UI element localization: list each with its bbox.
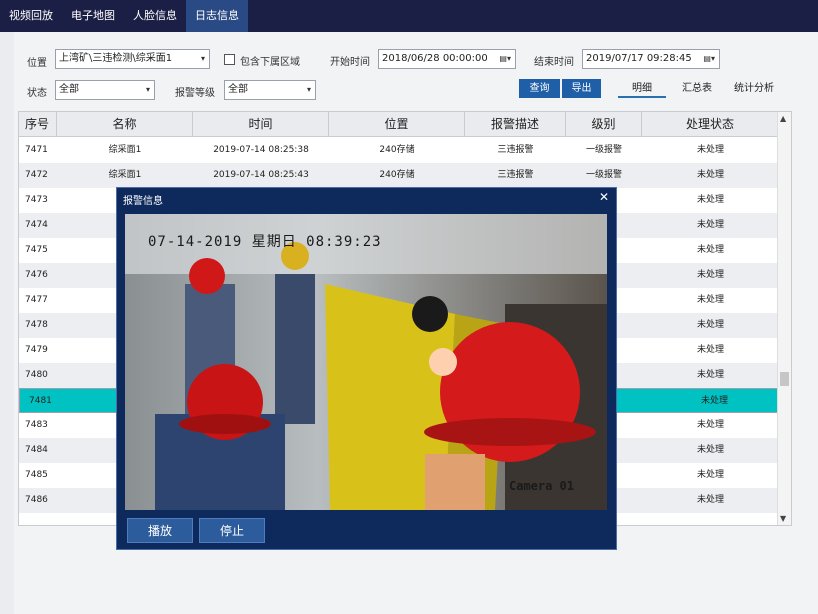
cell-id: 7483 <box>25 420 48 430</box>
cell-status: 未处理 <box>700 396 728 406</box>
cell-status: 未处理 <box>696 320 724 330</box>
header-id[interactable]: 序号 <box>19 112 57 136</box>
table-row[interactable]: 7472 综采面1 2019-07-14 08:25:43 240存储 三违报警 一级报警… <box>19 163 779 188</box>
top-nav: 视频回放 电子地图 人脸信息 日志信息 <box>0 0 818 32</box>
include-sub-label: 包含下属区域 <box>240 57 300 68</box>
play-button[interactable]: 播放 <box>127 518 193 543</box>
header-time[interactable]: 时间 <box>193 112 329 136</box>
cell-status: 未处理 <box>696 170 724 180</box>
cell-id: 7478 <box>25 320 48 330</box>
vertical-scrollbar[interactable]: ▲ ▼ <box>777 112 791 525</box>
cell-desc: 三违报警 <box>497 145 534 155</box>
cell-loc: 240存储 <box>379 170 415 180</box>
cell-status: 未处理 <box>696 370 724 380</box>
header-level[interactable]: 级别 <box>566 112 642 136</box>
cell-status: 未处理 <box>696 220 724 230</box>
cell-id: 7480 <box>25 370 48 380</box>
cell-status: 未处理 <box>696 495 724 505</box>
left-strip <box>0 32 14 614</box>
cell-id: 7475 <box>25 245 48 255</box>
export-button[interactable]: 导出 <box>562 79 601 98</box>
table-row[interactable]: 7471 综采面1 2019-07-14 08:25:38 240存储 三违报警 一级报警… <box>19 138 779 163</box>
cell-time: 2019-07-14 08:25:38 <box>213 145 309 155</box>
start-time-label: 开始时间 <box>330 57 370 68</box>
query-button[interactable]: 查询 <box>519 79 560 98</box>
tab-face-info[interactable]: 人脸信息 <box>124 0 186 32</box>
location-label: 位置 <box>27 58 47 69</box>
scroll-up-icon[interactable]: ▲ <box>780 114 786 123</box>
cell-id: 7472 <box>25 170 48 180</box>
header-description[interactable]: 报警描述 <box>465 112 566 136</box>
cell-status: 未处理 <box>696 345 724 355</box>
tab-summary[interactable]: 汇总表 <box>677 79 717 98</box>
alarm-level-select[interactable]: 全部 ▾ <box>224 80 316 100</box>
status-label: 状态 <box>27 88 47 99</box>
cell-time: 2019-07-14 08:25:43 <box>213 170 309 180</box>
tab-e-map[interactable]: 电子地图 <box>62 0 124 32</box>
start-time-picker[interactable]: 2018/06/28 00:00:00 ▤▾ <box>378 49 516 69</box>
stop-button[interactable]: 停止 <box>199 518 265 543</box>
calendar-dropdown-icon[interactable]: ▤▾ <box>499 50 511 68</box>
cell-id: 7477 <box>25 295 48 305</box>
status-value: 全部 <box>59 84 79 95</box>
header-status[interactable]: 处理状态 <box>642 112 779 136</box>
alarm-info-dialog: 报警信息 ✕ 07-14-2019 星期日 08:39:23 Camera 01… <box>116 187 617 550</box>
cell-level: 一级报警 <box>585 170 622 180</box>
alarm-level-label: 报警等级 <box>175 88 215 99</box>
status-select[interactable]: 全部 ▾ <box>55 80 155 100</box>
dialog-title: 报警信息 <box>123 196 163 207</box>
header-location[interactable]: 位置 <box>329 112 465 136</box>
cell-status: 未处理 <box>696 270 724 280</box>
cell-id: 7479 <box>25 345 48 355</box>
cell-id: 7471 <box>25 145 48 155</box>
filter-panel: 位置 上湾矿\三违检测\综采面1 ▾ 包含下属区域 开始时间 2018/06/2… <box>14 40 804 110</box>
cell-status: 未处理 <box>696 470 724 480</box>
video-timestamp: 07-14-2019 星期日 08:39:23 <box>148 234 382 250</box>
tab-detail[interactable]: 明细 <box>618 79 666 98</box>
cell-id: 7481 <box>29 396 52 406</box>
cell-id: 7473 <box>25 195 48 205</box>
cell-id: 7486 <box>25 495 48 505</box>
cell-loc: 240存储 <box>379 145 415 155</box>
video-frame: 07-14-2019 星期日 08:39:23 Camera 01 <box>125 214 607 510</box>
table-header: 序号 名称 时间 位置 报警描述 级别 处理状态 <box>19 112 779 137</box>
scroll-down-icon[interactable]: ▼ <box>780 514 786 523</box>
cell-id: 7484 <box>25 445 48 455</box>
tab-log-info[interactable]: 日志信息 <box>186 0 248 32</box>
location-value: 上湾矿\三违检测\综采面1 <box>59 53 173 64</box>
chevron-down-icon: ▾ <box>306 85 311 94</box>
cell-status: 未处理 <box>696 195 724 205</box>
tab-statistics[interactable]: 统计分析 <box>730 79 778 98</box>
calendar-dropdown-icon[interactable]: ▤▾ <box>703 50 715 68</box>
cell-id: 7474 <box>25 220 48 230</box>
video-camera-label: Camera 01 <box>508 479 574 493</box>
start-time-value: 2018/06/28 00:00:00 <box>382 53 488 64</box>
cell-name: 综采面1 <box>108 145 142 155</box>
header-name[interactable]: 名称 <box>57 112 193 136</box>
end-time-value: 2019/07/17 09:28:45 <box>586 53 692 64</box>
close-icon[interactable]: ✕ <box>599 190 609 204</box>
tab-video-playback[interactable]: 视频回放 <box>0 0 62 32</box>
cell-status: 未处理 <box>696 245 724 255</box>
scroll-thumb[interactable] <box>780 372 789 386</box>
cell-status: 未处理 <box>696 145 724 155</box>
include-sub-checkbox[interactable] <box>224 54 235 65</box>
cell-level: 一级报警 <box>585 145 622 155</box>
location-select[interactable]: 上湾矿\三违检测\综采面1 ▾ <box>55 49 210 69</box>
alarm-level-value: 全部 <box>228 84 248 95</box>
cell-status: 未处理 <box>696 445 724 455</box>
chevron-down-icon: ▾ <box>200 54 205 63</box>
end-time-picker[interactable]: 2019/07/17 09:28:45 ▤▾ <box>582 49 720 69</box>
cell-name: 综采面1 <box>108 170 142 180</box>
cell-status: 未处理 <box>696 295 724 305</box>
cell-desc: 三违报警 <box>497 170 534 180</box>
cell-id: 7485 <box>25 470 48 480</box>
cell-id: 7476 <box>25 270 48 280</box>
chevron-down-icon: ▾ <box>145 85 150 94</box>
video-snapshot-image <box>125 214 607 510</box>
end-time-label: 结束时间 <box>534 57 574 68</box>
cell-status: 未处理 <box>696 420 724 430</box>
